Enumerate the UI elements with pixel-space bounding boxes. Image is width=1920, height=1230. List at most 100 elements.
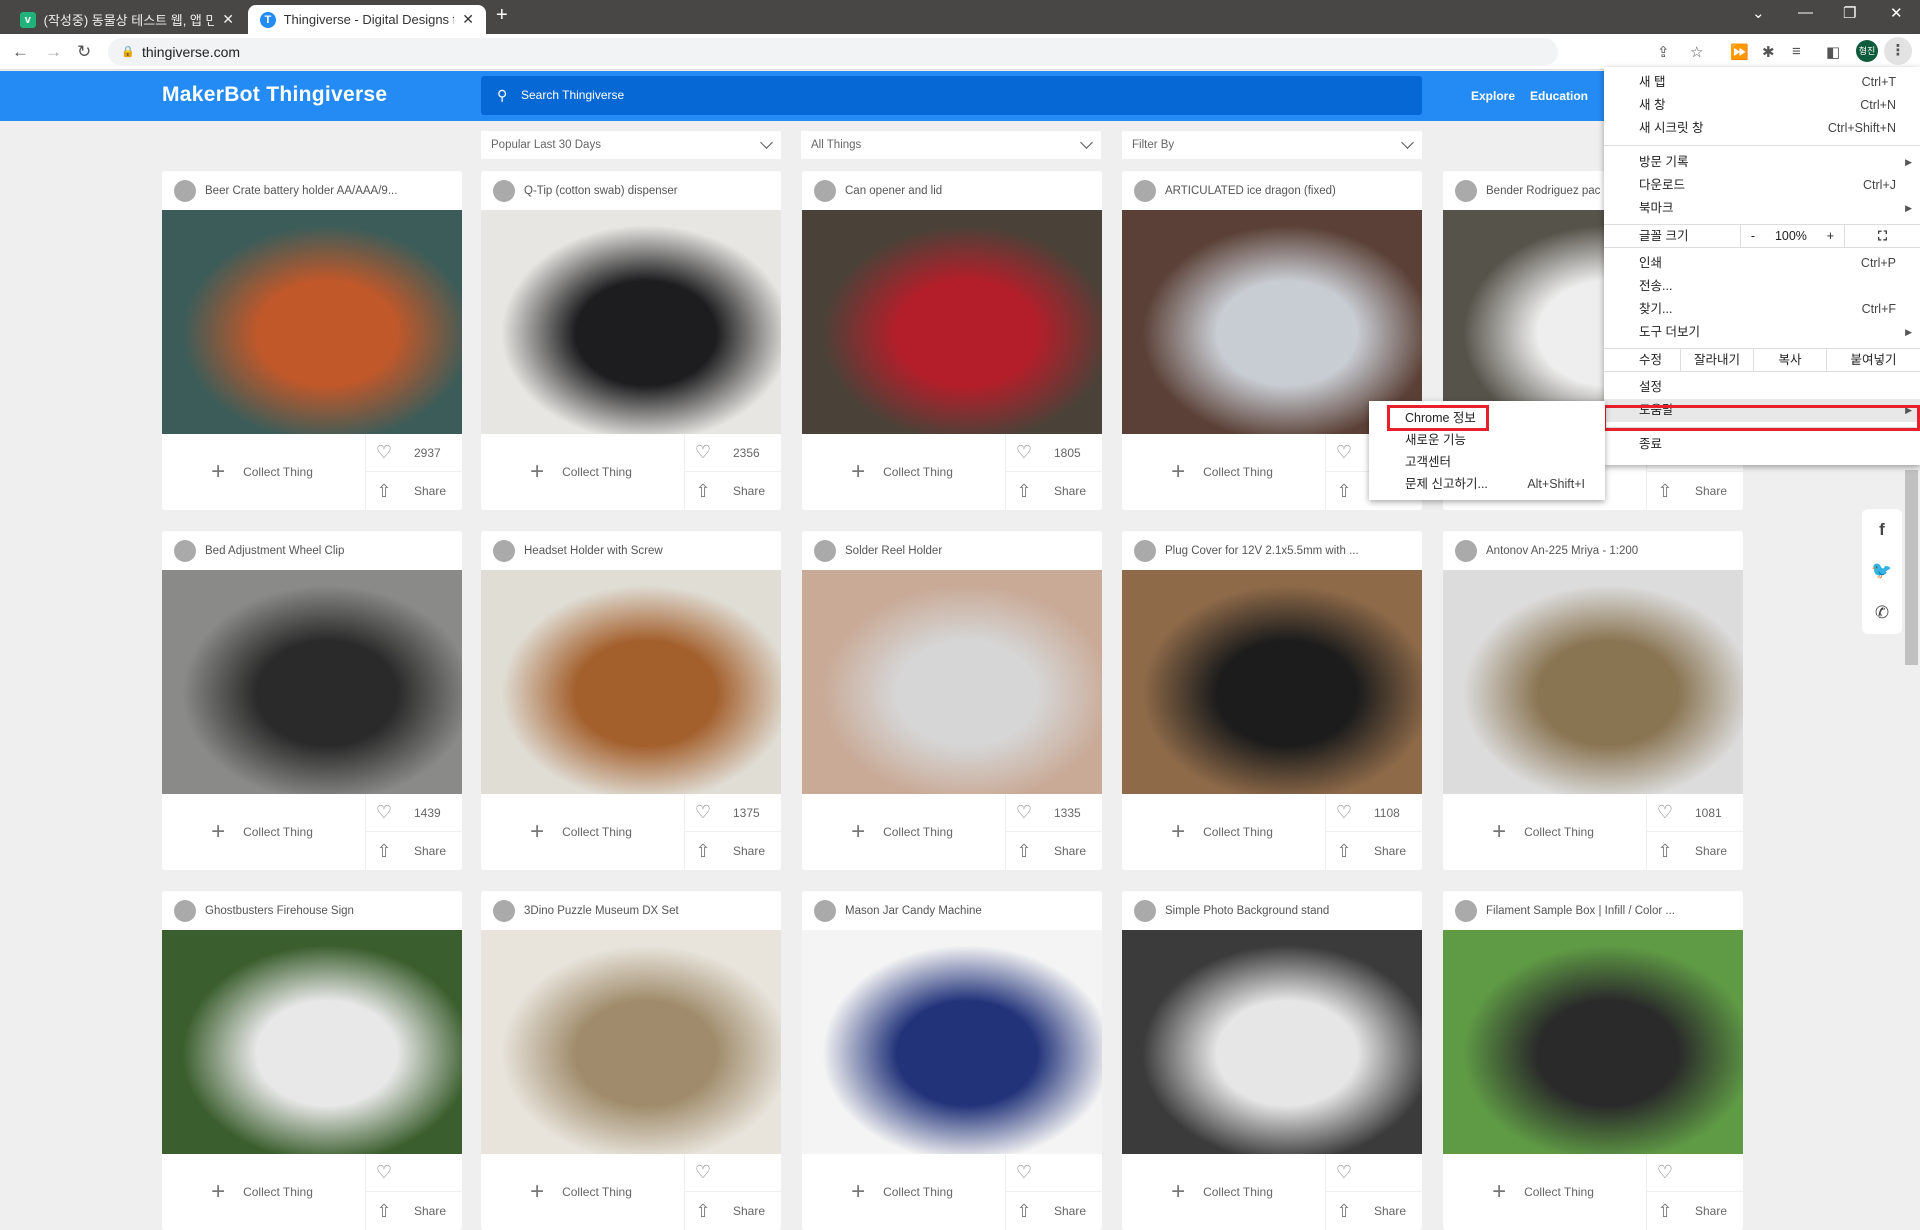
thing-image[interactable] bbox=[1443, 930, 1743, 1154]
like-button[interactable]: ♡ bbox=[365, 1154, 462, 1192]
collect-thing-button[interactable]: + Collect Thing bbox=[481, 1154, 681, 1230]
collect-thing-button[interactable]: + Collect Thing bbox=[162, 1154, 362, 1230]
close-window-button[interactable]: ✕ bbox=[1890, 4, 1903, 22]
like-button[interactable]: ♡ bbox=[1325, 1154, 1422, 1192]
avatar[interactable] bbox=[1134, 899, 1156, 922]
nav-education[interactable]: Education bbox=[1530, 89, 1588, 103]
paste-button[interactable]: 붙여넣기 bbox=[1826, 349, 1920, 371]
fullscreen-icon[interactable]: ⛶ bbox=[1844, 225, 1920, 247]
thing-image[interactable] bbox=[162, 930, 462, 1154]
collect-thing-button[interactable]: + Collect Thing bbox=[802, 1154, 1002, 1230]
collect-thing-button[interactable]: + Collect Thing bbox=[481, 434, 681, 510]
collect-thing-button[interactable]: + Collect Thing bbox=[802, 434, 1002, 510]
avatar[interactable] bbox=[493, 539, 515, 562]
side-panel-icon[interactable]: ◧ bbox=[1826, 43, 1840, 61]
thing-title[interactable]: Antonov An-225 Mriya - 1:200 bbox=[1486, 545, 1638, 557]
avatar[interactable] bbox=[814, 179, 836, 202]
menu-incognito[interactable]: 새 시크릿 창 Ctrl+Shift+N bbox=[1604, 117, 1920, 140]
share-button[interactable]: ⇧ Share bbox=[1646, 1192, 1743, 1230]
extensions-puzzle-icon[interactable]: ✱ bbox=[1762, 43, 1775, 61]
thing-title[interactable]: Bed Adjustment Wheel Clip bbox=[205, 545, 344, 557]
avatar[interactable] bbox=[1455, 539, 1477, 562]
menu-help-center[interactable]: 고객센터 bbox=[1369, 451, 1605, 473]
minimize-button[interactable]: — bbox=[1798, 4, 1813, 21]
avatar[interactable] bbox=[1455, 899, 1477, 922]
share-button[interactable]: ⇧ Share bbox=[1646, 472, 1743, 510]
menu-cast[interactable]: 전송... bbox=[1604, 275, 1920, 298]
tab-inactive[interactable]: v (작성중) 동물상 테스트 웹, 앱 만 ✕ bbox=[8, 5, 246, 34]
thing-image[interactable] bbox=[1443, 570, 1743, 794]
share-button[interactable]: ⇧ Share bbox=[1325, 832, 1422, 870]
thing-title[interactable]: Beer Crate battery holder AA/AAA/9... bbox=[205, 185, 397, 197]
menu-exit[interactable]: 종료 bbox=[1604, 433, 1920, 456]
thing-image[interactable] bbox=[162, 210, 462, 434]
scrollbar[interactable] bbox=[1905, 470, 1918, 665]
collect-thing-button[interactable]: + Collect Thing bbox=[1443, 1154, 1643, 1230]
thing-card[interactable]: Plug Cover for 12V 2.1x5.5mm with ... + C… bbox=[1122, 531, 1422, 870]
thing-title[interactable]: Mason Jar Candy Machine bbox=[845, 905, 982, 917]
thing-image[interactable] bbox=[802, 210, 1102, 434]
thing-card[interactable]: Ghostbusters Firehouse Sign + Collect Thi… bbox=[162, 891, 462, 1230]
thing-card[interactable]: Filament Sample Box | Infill / Color ...… bbox=[1443, 891, 1743, 1230]
address-bar[interactable]: 🔒 thingiverse.com bbox=[108, 38, 1558, 66]
like-button[interactable]: ♡ bbox=[684, 1154, 781, 1192]
share-button[interactable]: ⇧ Share bbox=[1005, 1192, 1102, 1230]
type-dropdown[interactable]: All Things bbox=[801, 131, 1101, 159]
menu-history[interactable]: 방문 기록 ▶ bbox=[1604, 151, 1920, 174]
thing-title[interactable]: Plug Cover for 12V 2.1x5.5mm with ... bbox=[1165, 545, 1359, 557]
zoom-in-button[interactable]: + bbox=[1827, 225, 1834, 247]
extension-icon[interactable]: ⏩ bbox=[1730, 43, 1749, 61]
avatar[interactable] bbox=[1455, 179, 1477, 202]
like-button[interactable]: ♡ 1081 bbox=[1646, 794, 1743, 832]
reload-button[interactable]: ↻ bbox=[77, 42, 91, 62]
thing-card[interactable]: Mason Jar Candy Machine + Collect Thing ♡… bbox=[802, 891, 1102, 1230]
whatsapp-icon[interactable]: ✆ bbox=[1875, 603, 1889, 623]
thing-title[interactable]: 3Dino Puzzle Museum DX Set bbox=[524, 905, 679, 917]
thing-image[interactable] bbox=[1122, 930, 1422, 1154]
collect-thing-button[interactable]: + Collect Thing bbox=[162, 434, 362, 510]
tab-active[interactable]: T Thingiverse - Digital Designs for ✕ bbox=[248, 5, 486, 34]
bookmark-star-icon[interactable]: ☆ bbox=[1690, 43, 1703, 61]
thing-card[interactable]: 3Dino Puzzle Museum DX Set + Collect Thin… bbox=[481, 891, 781, 1230]
zoom-out-button[interactable]: - bbox=[1751, 225, 1755, 247]
avatar[interactable] bbox=[1134, 179, 1156, 202]
thing-card[interactable]: Bed Adjustment Wheel Clip + Collect Thing… bbox=[162, 531, 462, 870]
new-tab-button[interactable]: + bbox=[496, 4, 508, 27]
like-button[interactable]: ♡ 1375 bbox=[684, 794, 781, 832]
thing-card[interactable]: Q-Tip (cotton swab) dispenser + Collect T… bbox=[481, 171, 781, 510]
like-button[interactable]: ♡ bbox=[1005, 1154, 1102, 1192]
collect-thing-button[interactable]: + Collect Thing bbox=[1122, 434, 1322, 510]
forward-button[interactable]: → bbox=[45, 42, 62, 62]
menu-print[interactable]: 인쇄 Ctrl+P bbox=[1604, 252, 1920, 275]
search-input[interactable]: ⚲ Search Thingiverse bbox=[481, 76, 1422, 115]
collect-thing-button[interactable]: + Collect Thing bbox=[1122, 1154, 1322, 1230]
menu-new-tab[interactable]: 새 탭 Ctrl+T bbox=[1604, 71, 1920, 94]
share-button[interactable]: ⇧ Share bbox=[684, 472, 781, 510]
sort-dropdown[interactable]: Popular Last 30 Days bbox=[481, 131, 781, 159]
thing-title[interactable]: Filament Sample Box | Infill / Color ... bbox=[1486, 905, 1675, 917]
thing-title[interactable]: Headset Holder with Screw bbox=[524, 545, 663, 557]
menu-report-issue[interactable]: 문제 신고하기... Alt+Shift+I bbox=[1369, 473, 1605, 495]
profile-avatar[interactable]: 형진 bbox=[1856, 40, 1878, 62]
media-control-icon[interactable]: ≡ bbox=[1792, 43, 1801, 60]
menu-find[interactable]: 찾기... Ctrl+F bbox=[1604, 298, 1920, 321]
share-button[interactable]: ⇧ Share bbox=[1005, 472, 1102, 510]
avatar[interactable] bbox=[814, 539, 836, 562]
menu-whats-new[interactable]: 새로운 기능 bbox=[1369, 429, 1605, 451]
like-button[interactable]: ♡ bbox=[1646, 1154, 1743, 1192]
like-button[interactable]: ♡ 1108 bbox=[1325, 794, 1422, 832]
avatar[interactable] bbox=[174, 539, 196, 562]
thing-card[interactable]: Antonov An-225 Mriya - 1:200 + Collect Th… bbox=[1443, 531, 1743, 870]
nav-explore[interactable]: Explore bbox=[1471, 89, 1515, 103]
thing-image[interactable] bbox=[481, 930, 781, 1154]
thing-title[interactable]: Q-Tip (cotton swab) dispenser bbox=[524, 185, 678, 197]
thing-title[interactable]: Ghostbusters Firehouse Sign bbox=[205, 905, 354, 917]
filter-dropdown[interactable]: Filter By bbox=[1122, 131, 1422, 159]
thing-image[interactable] bbox=[481, 570, 781, 794]
share-button[interactable]: ⇧ Share bbox=[365, 832, 462, 870]
share-button[interactable]: ⇧ Share bbox=[1646, 832, 1743, 870]
share-button[interactable]: ⇧ Share bbox=[365, 1192, 462, 1230]
share-button[interactable]: ⇧ Share bbox=[365, 472, 462, 510]
collect-thing-button[interactable]: + Collect Thing bbox=[802, 794, 1002, 870]
share-button[interactable]: ⇧ Share bbox=[684, 1192, 781, 1230]
